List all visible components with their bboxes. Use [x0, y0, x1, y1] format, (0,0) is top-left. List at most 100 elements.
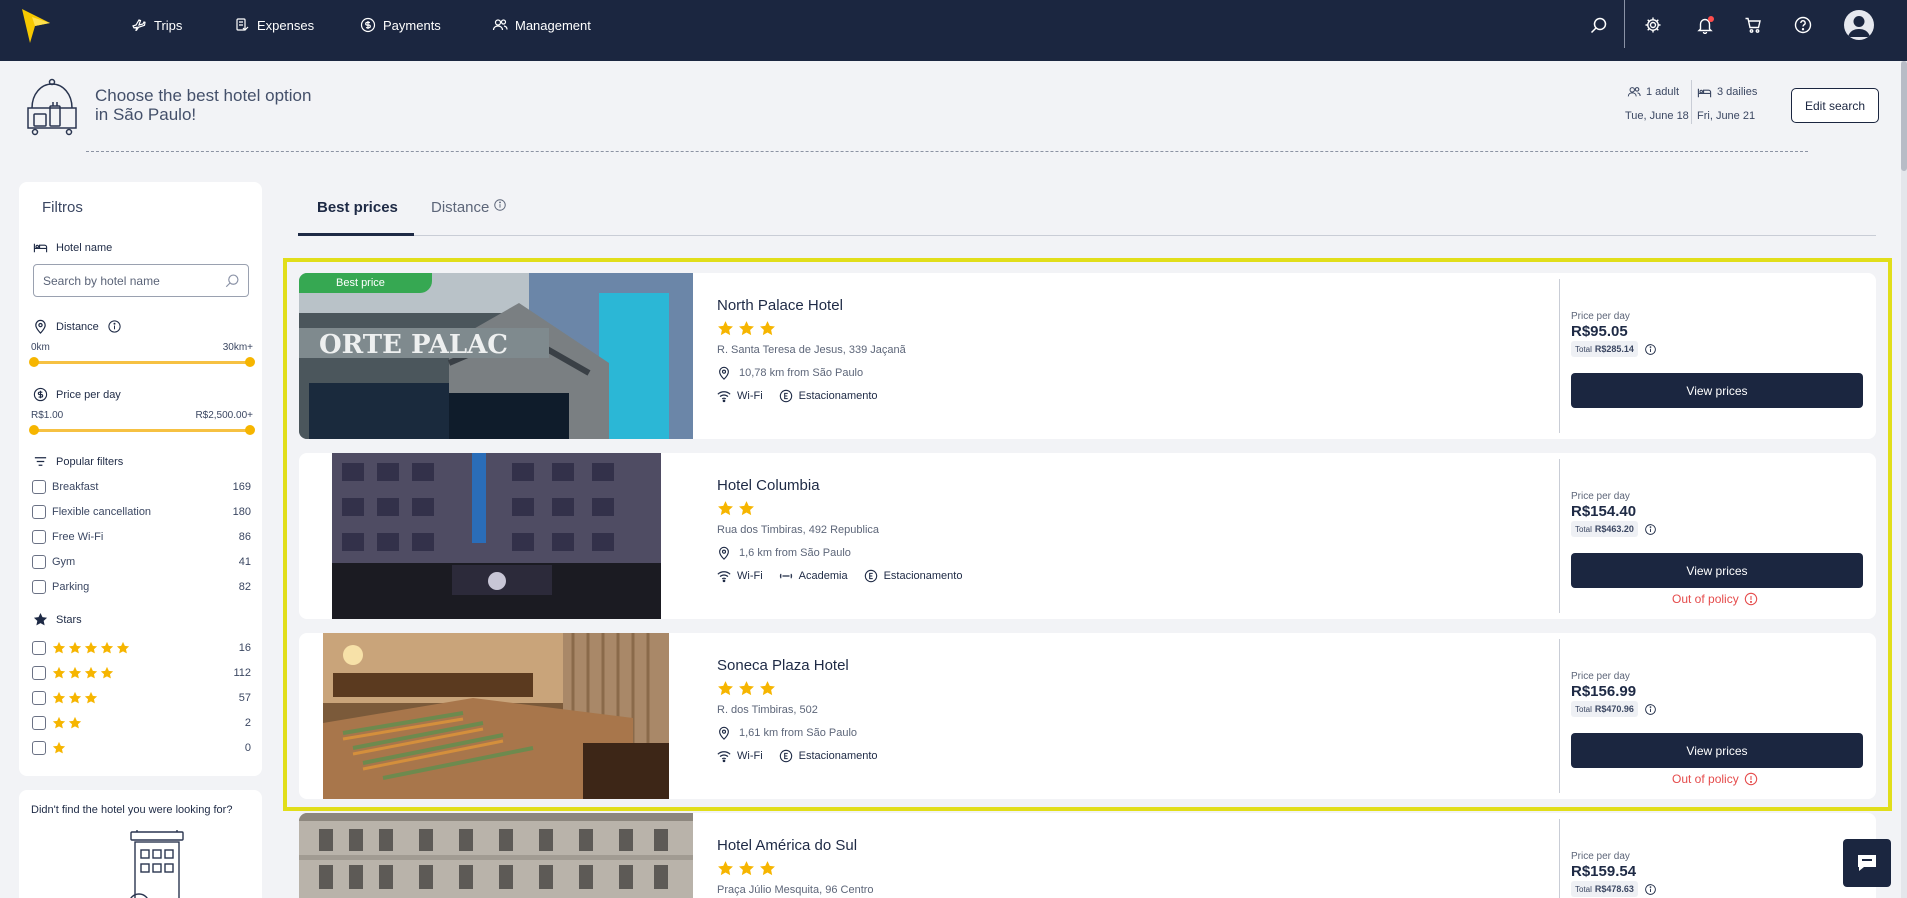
- hotel-photo[interactable]: [332, 453, 661, 619]
- hotel-name[interactable]: North Palace Hotel: [717, 297, 843, 314]
- distance-slider-max-handle[interactable]: [245, 357, 255, 367]
- search-button[interactable]: [1588, 14, 1610, 36]
- distance-slider-min-handle[interactable]: [29, 357, 39, 367]
- hotel-photo[interactable]: ORTE PALAC: [299, 273, 693, 439]
- price-per-day: R$156.99: [1571, 683, 1637, 700]
- view-prices-button[interactable]: View prices: [1571, 733, 1863, 768]
- star-rating: [52, 716, 245, 730]
- wifi-icon: [717, 391, 731, 403]
- out-of-policy-warning[interactable]: Out of policy: [1672, 772, 1758, 786]
- info-icon[interactable]: [1644, 703, 1657, 716]
- scrollbar-thumb[interactable]: [1901, 61, 1907, 171]
- star-icon: [84, 691, 98, 704]
- user-avatar-icon: [1848, 16, 1870, 37]
- hotel-amenities: Wi-Fi Estacionamento: [717, 389, 878, 403]
- hotel-name-input[interactable]: [34, 265, 214, 296]
- info-icon[interactable]: [1644, 883, 1657, 896]
- hotel-card[interactable]: ORTE PALAC Best price North Palace Hotel…: [299, 273, 1876, 439]
- amenity-label: Estacionamento: [883, 570, 963, 582]
- hotel-card[interactable]: Hotel América do Sul Praça Júlio Mesquit…: [299, 813, 1876, 898]
- page-headline: Choose the best hotel option in São Paul…: [95, 86, 355, 124]
- checkbox[interactable]: [32, 480, 46, 494]
- out-of-policy-warning[interactable]: Out of policy: [1672, 592, 1758, 606]
- wifi-icon: [717, 571, 731, 583]
- nav-item-expenses[interactable]: Expenses: [234, 15, 314, 35]
- cart-button[interactable]: [1742, 14, 1764, 36]
- filter-parking[interactable]: Parking 82: [32, 579, 251, 595]
- total-price: Total R$463.20: [1571, 521, 1657, 537]
- price-slider-min-handle[interactable]: [29, 425, 39, 435]
- view-prices-button[interactable]: View prices: [1571, 373, 1863, 408]
- price-slider-max-handle[interactable]: [245, 425, 255, 435]
- filter-stars-4[interactable]: 112: [32, 665, 251, 681]
- hotel-distance: 1,61 km from São Paulo: [717, 726, 857, 740]
- checkbox[interactable]: [32, 716, 46, 730]
- view-prices-button[interactable]: View prices: [1571, 553, 1863, 588]
- checkbox[interactable]: [32, 505, 46, 519]
- popular-filters-label-text: Popular filters: [56, 455, 124, 468]
- info-icon[interactable]: [493, 198, 507, 212]
- filter-stars-1[interactable]: 0: [32, 740, 251, 756]
- filter-flexible-cancellation[interactable]: Flexible cancellation 180: [32, 504, 251, 520]
- hotel-photo[interactable]: [323, 633, 669, 799]
- chat-button[interactable]: [1843, 839, 1891, 887]
- plane-icon: [132, 19, 146, 31]
- amenity-label: Estacionamento: [798, 750, 878, 762]
- settings-button[interactable]: [1642, 14, 1664, 36]
- star-icon: [100, 641, 114, 654]
- checkbox[interactable]: [32, 530, 46, 544]
- star-icon: [68, 691, 82, 704]
- page-scrollbar[interactable]: [1901, 61, 1907, 898]
- amenity-wifi: Wi-Fi: [717, 749, 763, 763]
- hotel-name[interactable]: Hotel Columbia: [717, 477, 820, 494]
- hotel-name[interactable]: Soneca Plaza Hotel: [717, 657, 849, 674]
- checkbox[interactable]: [32, 580, 46, 594]
- filter-stars-3[interactable]: 57: [32, 690, 251, 706]
- nav-item-management[interactable]: Management: [492, 15, 591, 35]
- help-button[interactable]: [1792, 14, 1814, 36]
- filter-stars-2[interactable]: 2: [32, 715, 251, 731]
- headline-line-2: in São Paulo!: [95, 105, 197, 124]
- price-slider[interactable]: [29, 425, 255, 435]
- hotel-name[interactable]: Hotel América do Sul: [717, 837, 857, 854]
- info-icon[interactable]: [1644, 523, 1657, 536]
- notifications-button[interactable]: [1694, 14, 1716, 36]
- active-tab-indicator: [298, 233, 414, 236]
- total-pill: Total R$463.20: [1571, 521, 1638, 537]
- filter-stars-5[interactable]: 16: [32, 640, 251, 656]
- amenity-label: Wi-Fi: [737, 750, 763, 762]
- distance-slider[interactable]: [29, 357, 255, 367]
- logo-icon[interactable]: [22, 9, 50, 43]
- search-icon[interactable]: [225, 273, 240, 288]
- hotel-address: Rua dos Timbiras, 492 Republica: [717, 524, 880, 536]
- edit-search-button[interactable]: Edit search: [1791, 88, 1879, 123]
- hotel-card[interactable]: Soneca Plaza Hotel R. dos Timbiras, 502 …: [299, 633, 1876, 799]
- avatar[interactable]: [1844, 10, 1874, 40]
- dumbbell-icon: [779, 573, 792, 579]
- hotel-distance-text: 1,61 km from São Paulo: [739, 727, 858, 739]
- filter-count: 0: [244, 742, 251, 754]
- distance-label: Distance: [33, 319, 122, 334]
- total-label: Total: [1575, 524, 1592, 534]
- amenity-label: Wi-Fi: [737, 570, 763, 582]
- filter-free-wifi[interactable]: Free Wi-Fi 86: [32, 529, 251, 545]
- tab-best-prices[interactable]: Best prices: [317, 199, 398, 216]
- tab-distance[interactable]: Distance: [431, 198, 507, 216]
- hotel-photo[interactable]: [299, 813, 693, 898]
- info-icon[interactable]: [107, 319, 122, 334]
- nav-item-trips[interactable]: Trips: [131, 15, 182, 35]
- checkbox[interactable]: [32, 555, 46, 569]
- nav-item-payments[interactable]: Payments: [360, 15, 441, 35]
- hotel-card[interactable]: Hotel Columbia Rua dos Timbiras, 492 Rep…: [299, 453, 1876, 619]
- star-icon: [718, 501, 733, 516]
- svg-text:ORTE PALAC: ORTE PALAC: [319, 330, 508, 360]
- checkbox[interactable]: [32, 691, 46, 705]
- checkbox[interactable]: [32, 641, 46, 655]
- info-icon[interactable]: [1644, 343, 1657, 356]
- filter-count: 112: [233, 667, 251, 679]
- hotel-distance: 10,78 km from São Paulo: [717, 366, 863, 380]
- filter-gym[interactable]: Gym 41: [32, 554, 251, 570]
- checkbox[interactable]: [32, 741, 46, 755]
- checkbox[interactable]: [32, 666, 46, 680]
- filter-breakfast[interactable]: Breakfast 169: [32, 479, 251, 495]
